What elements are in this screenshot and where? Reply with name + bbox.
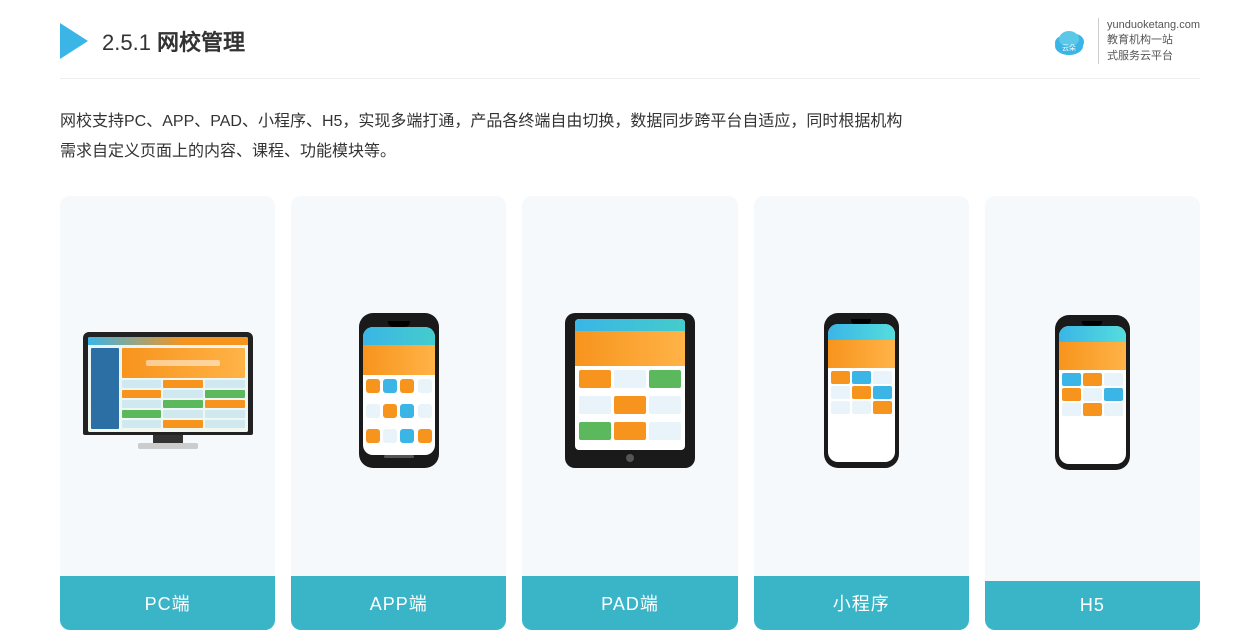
card-h5-image	[985, 196, 1200, 581]
cards-container: PC端	[60, 196, 1200, 630]
phone-notch	[388, 321, 410, 327]
card-app: APP端	[291, 196, 506, 630]
description-line2: 需求自定义页面上的内容、课程、功能模块等。	[60, 137, 1200, 167]
card-miniprogram-image	[754, 196, 969, 576]
card-pad: PAD端	[522, 196, 737, 630]
card-miniprogram-footer: 小程序	[754, 576, 969, 630]
phone-home-indicator	[384, 455, 414, 458]
page-container: 2.5.1 网校管理 云朵 yunduoketang.com 教育机构一站 式服…	[0, 0, 1260, 630]
phone-screen-app	[363, 327, 435, 455]
brand-logo: 云朵 yunduoketang.com 教育机构一站 式服务云平台	[1048, 18, 1200, 64]
card-app-footer: APP端	[291, 576, 506, 630]
mini-phone-notch-h5	[1082, 321, 1102, 326]
card-h5: H5	[985, 196, 1200, 630]
card-pc-label: PC端	[145, 594, 191, 614]
card-pad-image	[522, 196, 737, 576]
card-miniprogram: 小程序	[754, 196, 969, 630]
pad-mockup	[565, 313, 695, 468]
pad-home-button	[626, 454, 634, 462]
card-h5-footer: H5	[985, 581, 1200, 630]
mini-phone-notch	[851, 319, 871, 324]
title-main: 网校管理	[157, 30, 245, 55]
card-pad-label: PAD端	[601, 594, 659, 614]
pc-mockup	[83, 332, 253, 449]
brand-line1: 教育机构一站	[1107, 33, 1173, 48]
mini-phone-mockup-miniprogram	[824, 313, 899, 468]
pad-screen	[575, 319, 685, 450]
page-title: 2.5.1 网校管理	[102, 25, 245, 57]
card-h5-label: H5	[1080, 595, 1105, 615]
brand-text-block: yunduoketang.com 教育机构一站 式服务云平台	[1098, 18, 1200, 64]
mini-phone-screen-miniprogram	[828, 324, 895, 462]
description: 网校支持PC、APP、PAD、小程序、H5，实现多端打通，产品各终端自由切换，数…	[60, 79, 1200, 176]
header: 2.5.1 网校管理 云朵 yunduoketang.com 教育机构一站 式服…	[60, 0, 1200, 79]
brand-line2: 式服务云平台	[1107, 49, 1173, 64]
header-left: 2.5.1 网校管理	[60, 23, 245, 59]
mini-phone-screen-h5	[1059, 326, 1126, 464]
title-prefix: 2.5.1	[102, 30, 157, 55]
card-pc-image	[60, 196, 275, 576]
description-line1: 网校支持PC、APP、PAD、小程序、H5，实现多端打通，产品各终端自由切换，数…	[60, 107, 1200, 137]
card-pad-footer: PAD端	[522, 576, 737, 630]
brand-icon: 云朵	[1048, 20, 1090, 62]
brand-url: yunduoketang.com	[1107, 18, 1200, 33]
card-miniprogram-label: 小程序	[833, 594, 890, 614]
svg-text:云朵: 云朵	[1062, 44, 1076, 52]
phone-mockup-app	[359, 313, 439, 468]
mini-phone-mockup-h5	[1055, 315, 1130, 470]
card-pc: PC端	[60, 196, 275, 630]
card-app-label: APP端	[370, 594, 428, 614]
logo-triangle-icon	[60, 23, 88, 59]
card-pc-footer: PC端	[60, 576, 275, 630]
card-app-image	[291, 196, 506, 576]
